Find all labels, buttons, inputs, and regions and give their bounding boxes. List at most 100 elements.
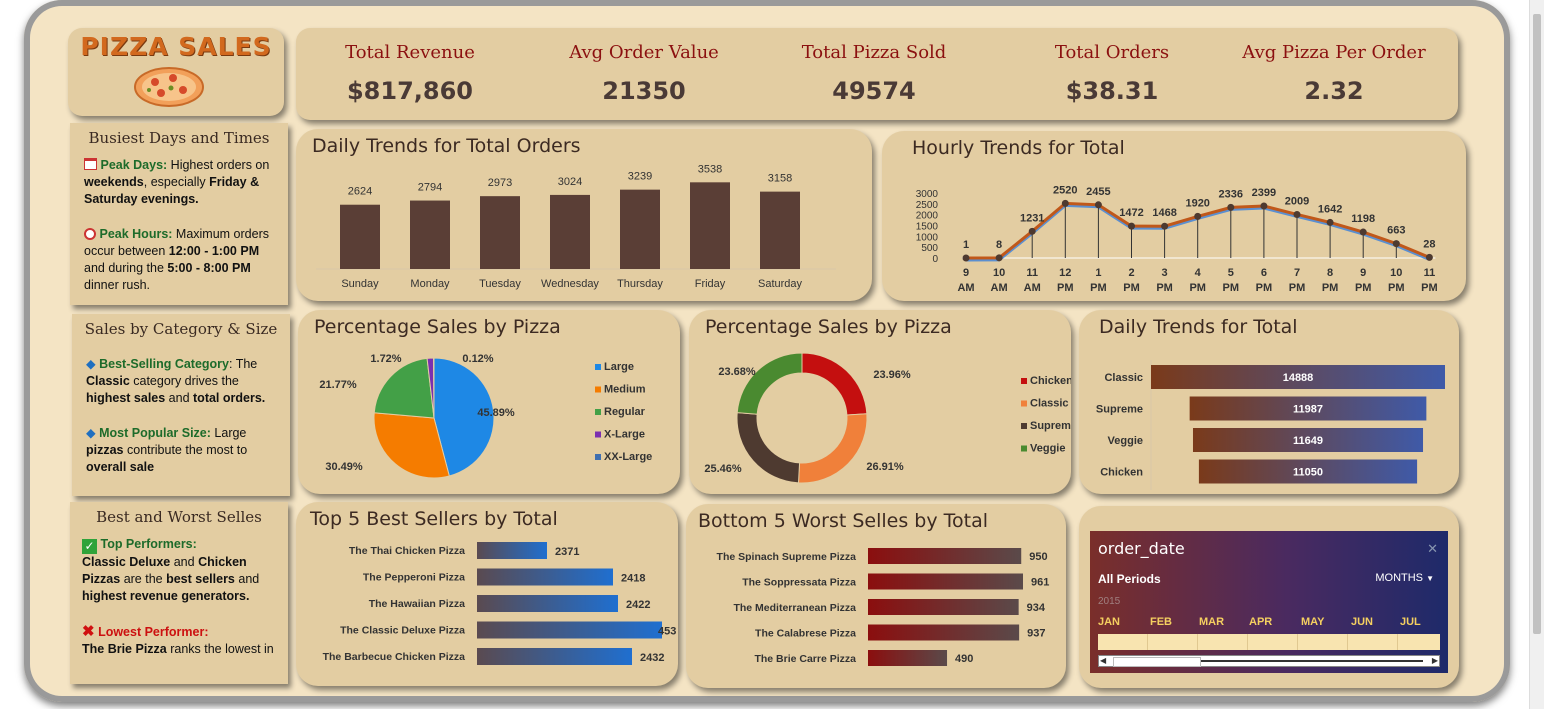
legend-swatch (1021, 400, 1027, 407)
text-run: contribute the most to (123, 443, 248, 457)
kpi-value: $38.31 (1065, 77, 1159, 105)
data-label: 1231 (1020, 212, 1044, 224)
data-point (1227, 203, 1235, 211)
text-run: Large (210, 426, 247, 440)
data-label: 45.89% (477, 407, 515, 419)
bar (477, 542, 547, 559)
data-label: 663 (1387, 225, 1405, 237)
data-label: 2455 (1086, 186, 1110, 198)
bar (760, 191, 800, 269)
text-run: dinner rush. (84, 278, 151, 292)
x-tick-label: 9 PM (1355, 267, 1372, 294)
data-label: 2422 (626, 599, 650, 611)
month-label[interactable]: MAY (1301, 616, 1324, 628)
bar (868, 573, 1023, 590)
legend-swatch (595, 364, 601, 370)
category-size-panel: Sales by Category & Size ◆ Best-Selling … (72, 314, 290, 496)
data-label: 3538 (698, 163, 722, 175)
donut-slice (797, 413, 868, 484)
kpi-value: 21350 (602, 77, 686, 105)
timeline-slicer-card: order_date ✕ All Periods MONTHS ▼ 2015 J… (1079, 506, 1459, 688)
kpi-total-revenue: Total Revenue $817,860 (300, 42, 520, 105)
text-run: and (170, 555, 199, 569)
category-total-card: Daily Trends for Total 14888 Classic 11987… (1079, 310, 1459, 494)
legend-swatch (1021, 445, 1027, 452)
data-label: 11649 (1293, 435, 1323, 447)
x-tick-label: Monday (410, 278, 450, 290)
data-label: 3158 (768, 173, 792, 185)
bar (690, 182, 730, 269)
data-label: 2432 (640, 652, 664, 664)
month-label[interactable]: FEB (1150, 616, 1172, 628)
text-run: and (165, 391, 194, 405)
text-run: highest revenue generators. (82, 589, 250, 603)
daily-orders-chart: 2624 Sunday 2794 Monday 2973 Tuesday 3024 Wedne… (316, 163, 836, 290)
y-tick-label: 1000 (916, 232, 939, 243)
logo-card: PIZZA SALES (68, 28, 284, 116)
data-label: 2973 (488, 177, 512, 189)
panel-title: Best and Worst Selles (96, 508, 262, 526)
legend-label: Classic (1030, 398, 1069, 410)
window-scroll-thumb[interactable] (1533, 14, 1541, 634)
window-scrollbar[interactable] (1529, 0, 1544, 709)
month-label[interactable]: MAR (1199, 616, 1224, 628)
data-label: 23.96% (873, 369, 911, 381)
month-label[interactable]: JAN (1098, 616, 1120, 628)
busiest-days-panel: Busiest Days and Times Peak Days: Highes… (70, 123, 288, 305)
time-level-label: MONTHS (1375, 572, 1424, 584)
y-tick-label: Chicken (1100, 467, 1143, 479)
kpi-card: Total Revenue $817,860 Avg Order Value 2… (296, 28, 1458, 120)
bar (477, 621, 662, 639)
bar (477, 595, 618, 612)
legend-label: Veggie (1030, 443, 1065, 455)
top5-card: Top 5 Best Sellers by Total 2371 The Thai… (296, 502, 678, 686)
x-tick-label: Saturday (758, 278, 803, 290)
best-category-label: Best-Selling Category (99, 357, 229, 371)
scroll-left-icon[interactable]: ◀ (1100, 656, 1106, 665)
text-run: 12:00 - 1:00 PM (168, 244, 260, 258)
scroll-right-icon[interactable]: ▶ (1432, 656, 1438, 665)
data-label: 21.77% (319, 379, 357, 391)
x-tick-label: 7 PM (1289, 267, 1306, 294)
y-tick-label: 2000 (916, 211, 939, 222)
data-label: 3024 (558, 176, 582, 188)
x-tick-label: 12 PM (1057, 267, 1074, 294)
text-run: The Brie Pizza (82, 642, 167, 656)
x-tick-label: 2 PM (1123, 267, 1140, 294)
x-tick-label: Friday (695, 278, 726, 290)
legend-label: Chicken (1030, 375, 1071, 387)
month-label[interactable]: APR (1249, 616, 1272, 628)
data-label: 3239 (628, 171, 652, 183)
text-run: overall sale (86, 460, 155, 474)
legend-swatch (595, 409, 601, 415)
peak-days-label: Peak Days: (100, 158, 168, 172)
order-date-timeline[interactable]: order_date ✕ All Periods MONTHS ▼ 2015 J… (1090, 531, 1448, 673)
data-label: 30.49% (325, 461, 363, 473)
time-level-dropdown[interactable]: MONTHS ▼ (1375, 572, 1434, 584)
popular-size-text: ◆ Most Popular Size: Large pizzas contri… (72, 425, 290, 476)
bar (480, 196, 520, 269)
donut-category-card: Percentage Sales by Pizza 23.96% 26.91% 25… (689, 310, 1071, 494)
scroll-thumb[interactable] (1113, 657, 1201, 667)
data-label: 1 (963, 239, 969, 251)
pie-size-card: Percentage Sales by Pizza 45.89% 30.49% 21… (298, 310, 680, 494)
x-tick-label: 1 PM (1090, 267, 1107, 294)
clear-filter-icon[interactable]: ✕ (1427, 541, 1438, 557)
timeline-scrollbar[interactable]: ◀ ▶ (1098, 655, 1440, 667)
x-tick-label: 10 PM (1388, 267, 1405, 294)
kpi-avg-order-value: Avg Order Value 21350 (534, 42, 754, 105)
x-tick-label: 9 AM (957, 267, 974, 294)
text-run: weekends (84, 175, 144, 189)
bar (340, 204, 380, 269)
timeline-title: order_date (1098, 539, 1185, 558)
chevron-down-icon: ▼ (1426, 574, 1434, 583)
bar (868, 650, 948, 666)
text-run: and during the (84, 261, 168, 275)
month-label[interactable]: JUL (1400, 616, 1421, 628)
y-tick-label: 0 (932, 254, 938, 265)
kpi-value: $817,860 (346, 77, 473, 105)
month-label[interactable]: JUN (1351, 616, 1373, 628)
kpi-value: 49574 (832, 77, 916, 105)
timeline-bar[interactable] (1098, 634, 1440, 650)
data-label: 453 (658, 626, 676, 638)
